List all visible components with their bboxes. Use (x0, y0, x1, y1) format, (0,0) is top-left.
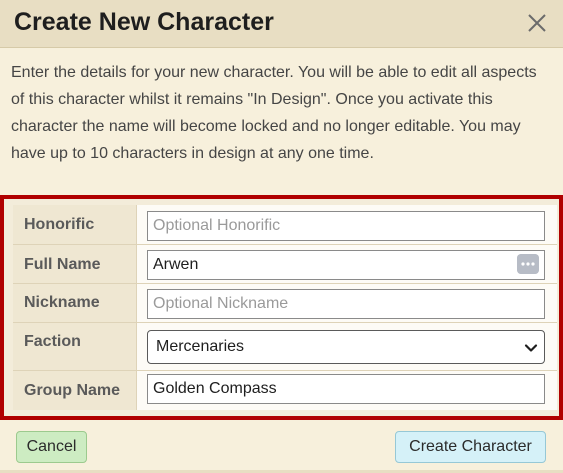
full-name-label: Full Name (24, 256, 101, 273)
dialog-header: Create New Character (0, 0, 563, 48)
full-name-input[interactable] (147, 250, 545, 280)
label-cell-nickname: Nickname (13, 284, 137, 322)
create-character-button[interactable]: Create Character (395, 431, 546, 463)
value-cell-honorific (137, 205, 557, 244)
honorific-label: Honorific (24, 216, 95, 233)
group-name-input[interactable] (147, 374, 545, 404)
form-row-group-name: Group Name (13, 371, 557, 410)
value-cell-full-name (137, 245, 557, 283)
value-cell-group-name (137, 371, 557, 410)
form-row-faction: Faction Mercenaries (13, 323, 557, 371)
label-cell-full-name: Full Name (13, 245, 137, 283)
nickname-label: Nickname (24, 294, 100, 311)
nickname-input[interactable] (147, 289, 545, 319)
form-row-nickname: Nickname (13, 284, 557, 323)
label-cell-faction: Faction (13, 323, 137, 370)
faction-select[interactable]: Mercenaries (147, 330, 545, 364)
form-row-full-name: Full Name (13, 245, 557, 284)
label-cell-honorific: Honorific (13, 205, 137, 244)
faction-selected-value: Mercenaries (156, 338, 245, 355)
more-options-icon[interactable] (517, 254, 539, 274)
chevron-down-icon (524, 344, 538, 352)
value-cell-faction: Mercenaries (137, 323, 557, 370)
group-name-label: Group Name (24, 382, 121, 399)
cancel-button[interactable]: Cancel (16, 431, 87, 463)
honorific-input[interactable] (147, 211, 545, 241)
dialog-title: Create New Character (14, 8, 274, 36)
create-character-dialog: Create New Character Enter the details f… (0, 0, 563, 473)
value-cell-nickname (137, 284, 557, 322)
form-row-honorific: Honorific (13, 205, 557, 245)
close-icon[interactable] (525, 11, 549, 35)
dialog-description: Enter the details for your new character… (11, 64, 537, 162)
character-form: Honorific Full Name (0, 195, 563, 420)
faction-label: Faction (24, 333, 81, 350)
label-cell-group-name: Group Name (13, 371, 137, 410)
